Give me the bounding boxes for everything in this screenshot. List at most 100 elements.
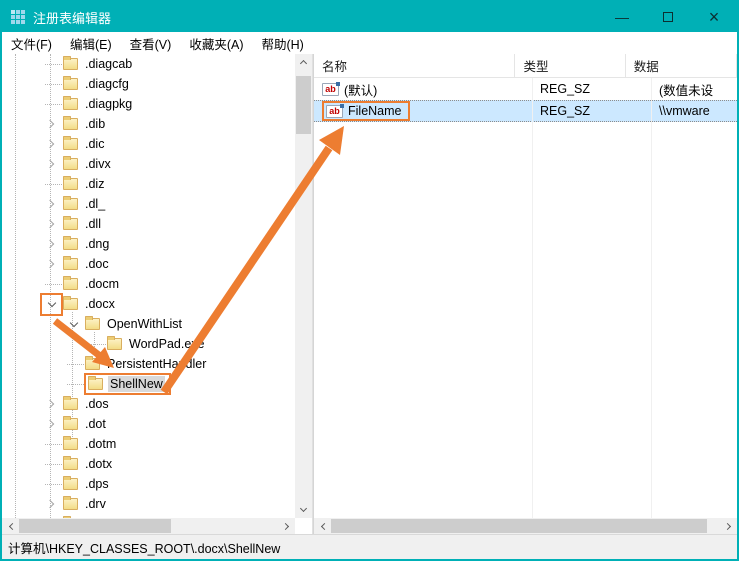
- tree-connector: [43, 176, 60, 193]
- tree-connector: [43, 96, 60, 113]
- tree-expander[interactable]: [43, 416, 60, 433]
- scroll-up-button[interactable]: [295, 54, 312, 70]
- tree-connector: [43, 436, 60, 453]
- tree-item--diagpkg[interactable]: .diagpkg: [2, 94, 295, 114]
- tree-item--dic[interactable]: .dic: [2, 134, 295, 154]
- folder-icon: [63, 58, 78, 70]
- column-header-type[interactable]: 类型: [515, 54, 625, 77]
- tree-item--diagcfg[interactable]: .diagcfg: [2, 74, 295, 94]
- tree-expander[interactable]: [43, 256, 60, 273]
- tree-item-label: .dos: [83, 396, 111, 412]
- tree-connector: [65, 376, 82, 393]
- folder-icon: [63, 438, 78, 450]
- annotation-box: ShellNew: [84, 373, 171, 395]
- tree-item--drv[interactable]: .drv: [2, 494, 295, 514]
- column-rule: [651, 78, 652, 518]
- tree-item-shellnew[interactable]: ShellNew: [2, 374, 295, 394]
- tree-item--diagcab[interactable]: .diagcab: [2, 54, 295, 74]
- tree-item--dps[interactable]: .dps: [2, 474, 295, 494]
- annotated-expander[interactable]: [43, 296, 60, 313]
- tree-item-label: WordPad.exe: [127, 336, 207, 352]
- tree-item--doc[interactable]: .doc: [2, 254, 295, 274]
- tree-item-label: .dps: [83, 476, 111, 492]
- tree-item--dib[interactable]: .dib: [2, 114, 295, 134]
- tree-expander[interactable]: [43, 136, 60, 153]
- tree-item--dl-[interactable]: .dl_: [2, 194, 295, 214]
- tree-item-label: .diz: [83, 176, 106, 192]
- tree-item--docx[interactable]: .docx: [2, 294, 295, 314]
- minimize-button[interactable]: —: [599, 2, 645, 32]
- folder-icon: [63, 158, 78, 170]
- tree-horizontal-scrollbar[interactable]: [2, 518, 295, 534]
- tree-expander[interactable]: [43, 216, 60, 233]
- value-name: FileName: [348, 104, 402, 118]
- tree-expander[interactable]: [43, 236, 60, 253]
- tree-item-wordpad-exe[interactable]: WordPad.exe: [2, 334, 295, 354]
- tree-item--dot[interactable]: .dot: [2, 414, 295, 434]
- tree-expander[interactable]: [43, 156, 60, 173]
- menu-item-file[interactable]: 文件(F): [2, 32, 61, 54]
- chevron-right-icon: [46, 420, 54, 428]
- maximize-icon: [663, 12, 673, 22]
- tree-item-persistenthandler[interactable]: PersistentHandler: [2, 354, 295, 374]
- chevron-right-icon: [46, 200, 54, 208]
- tree-vscroll-thumb[interactable]: [296, 76, 311, 134]
- tree-expander[interactable]: [43, 116, 60, 133]
- list-horizontal-scrollbar[interactable]: [314, 518, 737, 534]
- chevron-down-icon: [47, 298, 55, 306]
- tree-connector: [43, 76, 60, 93]
- chevron-right-icon: [46, 260, 54, 268]
- value-type: REG_SZ: [532, 104, 651, 118]
- tree-item--dng[interactable]: .dng: [2, 234, 295, 254]
- menu-item-help[interactable]: 帮助(H): [252, 32, 312, 54]
- tree-item--divx[interactable]: .divx: [2, 154, 295, 174]
- tree-expander[interactable]: [43, 496, 60, 513]
- scroll-right-button[interactable]: [278, 518, 295, 534]
- tree-item--dll[interactable]: .dll: [2, 214, 295, 234]
- tree-item-label: .dotm: [83, 436, 118, 452]
- tree-vertical-scrollbar[interactable]: [295, 54, 312, 518]
- column-rule: [532, 78, 533, 518]
- annotation-box: abFileName: [322, 101, 410, 121]
- value-row-filename[interactable]: abFileNameREG_SZ\\vmware: [314, 100, 737, 122]
- menu-item-edit[interactable]: 编辑(E): [61, 32, 121, 54]
- tree-item-label: .diagcab: [83, 56, 134, 72]
- folder-icon: [63, 398, 78, 410]
- titlebar: 注册表编辑器 — ×: [2, 2, 737, 32]
- maximize-button[interactable]: [645, 2, 691, 32]
- menubar: 文件(F)编辑(E)查看(V)收藏夹(A)帮助(H): [2, 32, 737, 54]
- tree-connector: [43, 56, 60, 73]
- tree-item-label: .doc: [83, 256, 111, 272]
- scroll-left-button[interactable]: [2, 518, 19, 534]
- scroll-left-button[interactable]: [314, 518, 331, 534]
- statusbar: 计算机\HKEY_CLASSES_ROOT\.docx\ShellNew: [2, 534, 737, 559]
- tree-item-label: .dotx: [83, 456, 114, 472]
- tree-item--dos[interactable]: .dos: [2, 394, 295, 414]
- chevron-down-icon: [69, 318, 77, 326]
- column-header-name[interactable]: 名称: [314, 54, 515, 77]
- menu-item-view[interactable]: 查看(V): [121, 32, 181, 54]
- value-row--[interactable]: ab(默认)REG_SZ(数值未设: [314, 78, 737, 100]
- tree-item--dotm[interactable]: .dotm: [2, 434, 295, 454]
- tree-item-label: .dic: [83, 136, 106, 152]
- tree-expander[interactable]: [43, 396, 60, 413]
- value-data: (数值未设: [651, 80, 737, 99]
- scroll-down-button[interactable]: [295, 502, 312, 518]
- list-hscroll-thumb[interactable]: [331, 519, 707, 533]
- close-button[interactable]: ×: [691, 2, 737, 32]
- tree-item--dotx[interactable]: .dotx: [2, 454, 295, 474]
- tree-item--docm[interactable]: .docm: [2, 274, 295, 294]
- tree-expander[interactable]: [43, 196, 60, 213]
- tree-expander[interactable]: [65, 316, 82, 333]
- tree-item-label: ShellNew: [108, 376, 165, 392]
- column-header-data[interactable]: 数据: [626, 54, 737, 77]
- tree-item-label: .dot: [83, 416, 108, 432]
- chevron-right-icon: [46, 500, 54, 508]
- tree-item--diz[interactable]: .diz: [2, 174, 295, 194]
- tree-connector: [43, 276, 60, 293]
- chevron-right-icon: [46, 160, 54, 168]
- tree-item-openwithlist[interactable]: OpenWithList: [2, 314, 295, 334]
- tree-hscroll-thumb[interactable]: [19, 519, 171, 533]
- scroll-right-button[interactable]: [720, 518, 737, 534]
- menu-item-favorites[interactable]: 收藏夹(A): [180, 32, 252, 54]
